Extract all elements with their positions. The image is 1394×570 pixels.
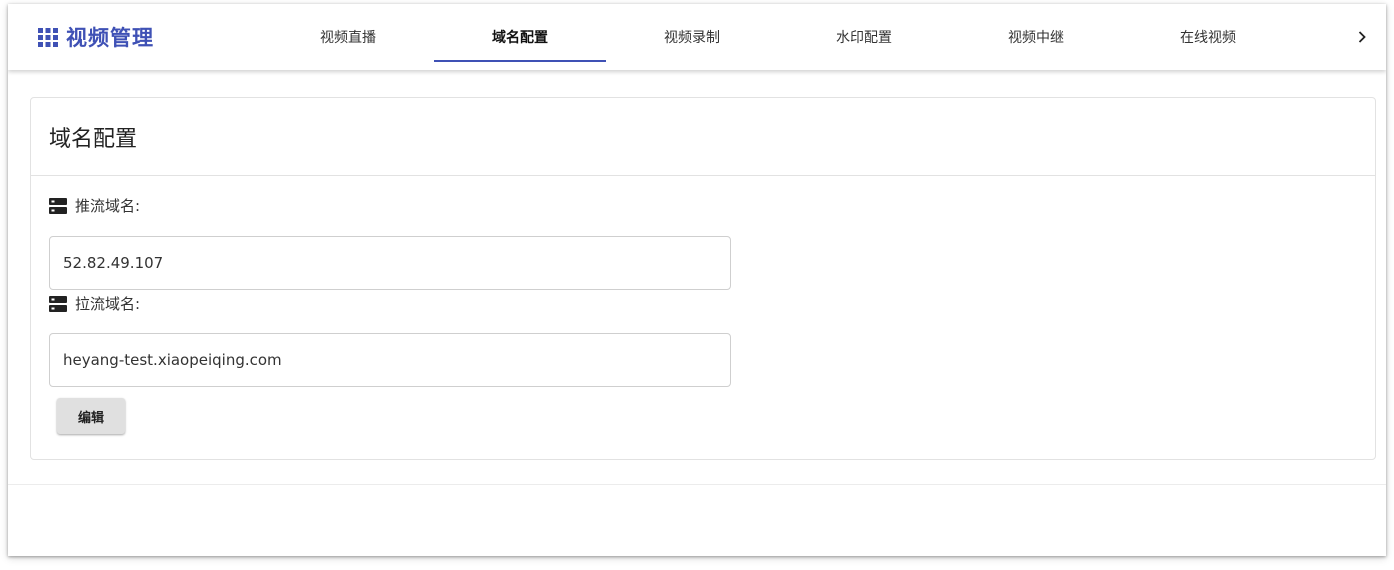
- tab-watermark[interactable]: 水印配置: [778, 4, 950, 70]
- footer-area: [8, 484, 1386, 556]
- chevron-right-icon: [1358, 31, 1366, 43]
- card-title: 域名配置: [49, 126, 138, 152]
- push-domain-input[interactable]: [49, 236, 731, 290]
- edit-button[interactable]: 编辑: [57, 398, 125, 434]
- tabs-next-button[interactable]: [1338, 4, 1386, 70]
- tab-live[interactable]: 视频直播: [262, 4, 434, 70]
- app-title: 视频管理: [66, 26, 154, 50]
- domain-config-card: 域名配置 推流域名: 拉流域名:: [30, 97, 1376, 460]
- dns-icon: [49, 197, 67, 214]
- app-window: 视频管理 视频直播 域名配置 视频录制 水印配置 视频中继 在线视频 域名配置: [8, 4, 1386, 556]
- pull-domain-label-text: 拉流域名:: [75, 295, 141, 313]
- pull-domain-input[interactable]: [49, 333, 731, 387]
- push-domain-label-text: 推流域名:: [75, 197, 141, 215]
- brand[interactable]: 视频管理: [36, 24, 154, 50]
- dns-icon: [49, 295, 67, 312]
- tab-online-video[interactable]: 在线视频: [1122, 4, 1294, 70]
- pull-domain-label: 拉流域名:: [49, 293, 140, 314]
- tab-domain-config[interactable]: 域名配置: [434, 4, 606, 70]
- nav-tabs: 视频直播 域名配置 视频录制 水印配置 视频中继 在线视频: [262, 4, 1294, 70]
- main-content: 域名配置 推流域名: 拉流域名:: [8, 70, 1386, 484]
- tab-recording[interactable]: 视频录制: [606, 4, 778, 70]
- top-app-bar: 视频管理 视频直播 域名配置 视频录制 水印配置 视频中继 在线视频: [8, 4, 1386, 70]
- push-domain-label: 推流域名:: [49, 195, 140, 216]
- apps-grid-icon: [38, 28, 58, 47]
- tab-relay[interactable]: 视频中继: [950, 4, 1122, 70]
- card-header: 域名配置: [31, 98, 1375, 176]
